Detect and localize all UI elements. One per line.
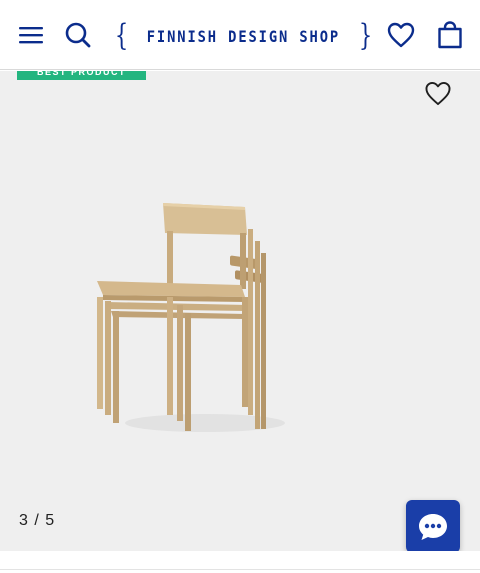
- chat-bubble-icon: [419, 513, 447, 540]
- menu-button[interactable]: [16, 20, 46, 50]
- site-logo[interactable]: { FINNISH DESIGN SHOP }: [112, 18, 372, 53]
- menu-icon: [19, 27, 43, 44]
- product-badge: BEST PRODUCT: [17, 71, 146, 80]
- search-icon: [65, 22, 91, 48]
- shopping-bag-button[interactable]: [435, 20, 465, 50]
- site-header: { FINNISH DESIGN SHOP }: [0, 0, 480, 70]
- search-button[interactable]: [63, 20, 93, 50]
- logo-left-brace: {: [114, 18, 129, 53]
- divider: [0, 569, 480, 570]
- image-counter: 3 / 5: [19, 512, 56, 529]
- logo-right-brace: }: [358, 18, 373, 53]
- add-to-favorites-button[interactable]: [423, 79, 453, 107]
- heart-icon: [425, 81, 451, 105]
- heart-icon: [387, 22, 415, 48]
- chat-button[interactable]: [406, 500, 460, 551]
- logo-wordmark: FINNISH DESIGN SHOP: [146, 26, 341, 46]
- wishlist-button[interactable]: [386, 20, 416, 50]
- shopping-bag-icon: [438, 21, 462, 49]
- product-photo-stacked-chairs: [97, 203, 285, 432]
- product-image-gallery[interactable]: BEST PRODUCT 3 / 5: [0, 71, 480, 551]
